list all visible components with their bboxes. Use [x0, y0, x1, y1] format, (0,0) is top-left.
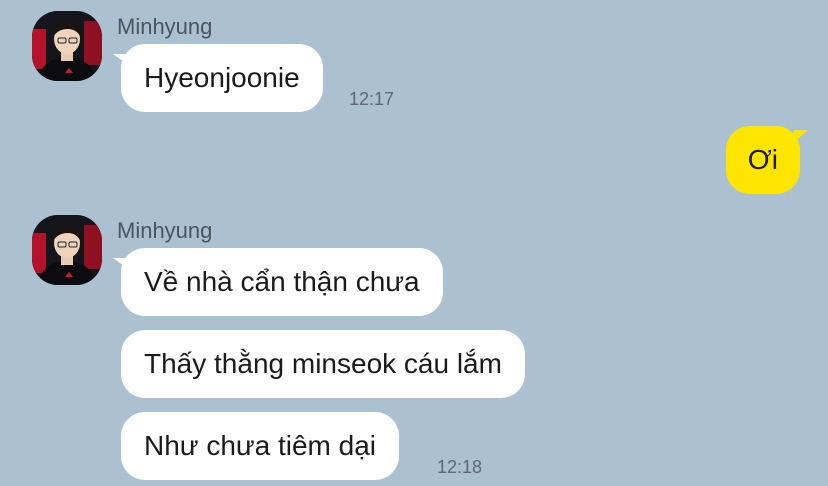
- avatar-photo: [32, 215, 102, 285]
- message-bubble[interactable]: Về nhà cẩn thận chưa: [113, 248, 443, 316]
- sender-avatar[interactable]: [32, 11, 102, 81]
- sender-name: Minhyung: [117, 218, 213, 243]
- avatar-photo: [32, 11, 102, 81]
- sender-avatar[interactable]: [32, 215, 102, 285]
- my-message-bubble[interactable]: Ơi: [725, 126, 809, 194]
- message-bubble[interactable]: Thấy thằng minseok cáu lắm: [121, 330, 525, 398]
- sender-name: Minhyung: [117, 14, 213, 39]
- message-time: 12:18: [437, 457, 483, 477]
- message-bubble[interactable]: Hyeonjoonie: [113, 44, 323, 112]
- message-bubble[interactable]: Như chưa tiêm dại: [121, 412, 400, 480]
- message-time: 12:17: [349, 89, 395, 109]
